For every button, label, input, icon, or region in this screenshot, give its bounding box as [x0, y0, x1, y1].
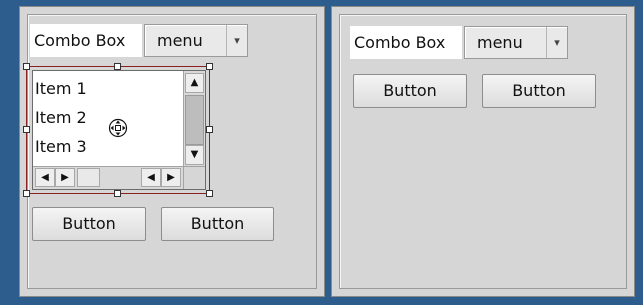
button-1[interactable]: Button — [32, 207, 146, 241]
combo-box-value: menu — [157, 31, 203, 50]
combo-box[interactable]: menu ▾ — [144, 24, 248, 57]
resize-handle-right[interactable] — [206, 126, 213, 133]
combo-box-label: Combo Box — [30, 24, 142, 57]
combo-box-label-right: Combo Box — [350, 26, 462, 59]
button-3[interactable]: Button — [353, 74, 467, 108]
resize-handle-bottom[interactable] — [114, 190, 121, 197]
button-2[interactable]: Button — [161, 207, 274, 241]
move-cursor-icon — [108, 118, 128, 138]
chevron-down-icon[interactable]: ▾ — [226, 25, 247, 56]
resize-handle-top-right[interactable] — [206, 63, 213, 70]
resize-handle-top[interactable] — [114, 63, 121, 70]
resize-handle-bottom-left[interactable] — [23, 190, 30, 197]
chevron-down-icon[interactable]: ▾ — [546, 27, 567, 58]
resize-handle-left[interactable] — [23, 126, 30, 133]
resize-handle-bottom-right[interactable] — [206, 190, 213, 197]
button-4[interactable]: Button — [482, 74, 596, 108]
resize-handle-top-left[interactable] — [23, 63, 30, 70]
combo-box-value-right: menu — [477, 33, 523, 52]
combo-box-right[interactable]: menu ▾ — [464, 26, 568, 59]
